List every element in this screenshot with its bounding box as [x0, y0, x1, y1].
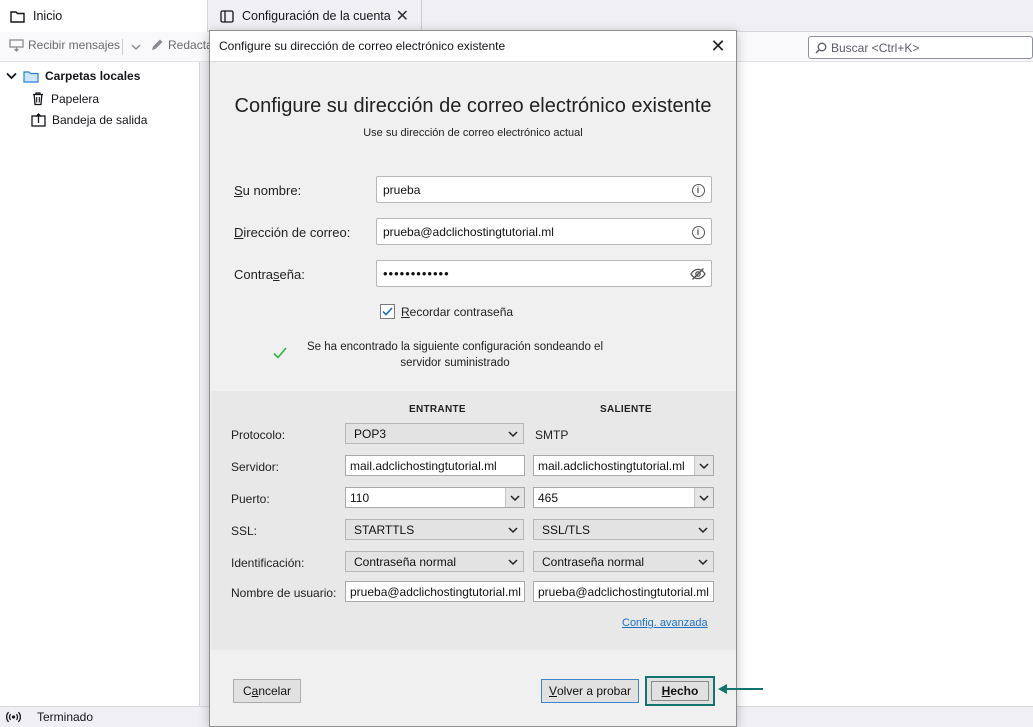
outgoing-auth-select[interactable]: Contraseña normal — [533, 551, 714, 572]
folder-item-trash[interactable]: Papelera — [31, 91, 99, 106]
incoming-username-input[interactable]: prueba@adclichostingtutorial.ml — [345, 581, 525, 602]
pencil-icon — [152, 39, 163, 50]
folder-icon — [23, 70, 39, 83]
folder-local-root[interactable]: Carpetas locales — [6, 69, 140, 83]
auth-label: Identificación: — [231, 556, 305, 570]
checkmark-icon — [382, 307, 393, 316]
chevron-down-icon — [698, 559, 708, 566]
remember-password-label[interactable]: Recordar contraseña — [401, 305, 513, 319]
done-button[interactable]: Hecho — [645, 676, 715, 706]
online-status-icon[interactable] — [6, 711, 21, 723]
receive-menu-chevron-icon[interactable] — [122, 39, 141, 55]
password-field-label: Contraseña: — [234, 267, 305, 282]
incoming-ssl-select[interactable]: STARTTLS — [345, 519, 524, 540]
main-content-area — [736, 62, 1033, 706]
tab-home[interactable]: Inicio — [0, 0, 208, 32]
password-field[interactable]: •••••••••••• — [376, 260, 712, 287]
incoming-server-input[interactable]: mail.adclichostingtutorial.ml — [345, 455, 525, 476]
success-check-icon — [273, 344, 287, 364]
folder-item-outbox[interactable]: Bandeja de salida — [31, 113, 147, 127]
chevron-down-icon — [508, 527, 518, 534]
chevron-down-icon — [508, 431, 518, 438]
outgoing-server-combo[interactable]: mail.adclichostingtutorial.ml — [533, 455, 714, 476]
search-input[interactable]: Buscar <Ctrl+K> — [808, 36, 1033, 59]
tab-bar: Inicio Configuración de la cuenta ✕ — [0, 0, 1033, 32]
outgoing-port-combo[interactable]: 465 — [533, 487, 714, 508]
page-title: Configure su dirección de correo electró… — [234, 95, 712, 117]
folder-pane: Carpetas locales Papelera Bandeja de sal… — [0, 62, 200, 706]
incoming-auth-select[interactable]: Contraseña normal — [345, 551, 524, 572]
tab-account-label: Configuración de la cuenta — [242, 9, 391, 23]
outgoing-column-header: SALIENTE — [600, 404, 652, 415]
close-icon[interactable]: ✕ — [708, 36, 728, 56]
cancel-button[interactable]: Ca ncelar — [233, 679, 301, 703]
outgoing-username-input[interactable]: prueba@adclichostingtutorial.ml — [533, 581, 714, 602]
dialog-titlebar: Configure su dirección de correo electró… — [210, 31, 736, 62]
outgoing-ssl-select[interactable]: SSL/TLS — [533, 519, 714, 540]
compose-button[interactable]: Redacta — [150, 38, 213, 52]
chevron-down-icon[interactable] — [694, 456, 713, 475]
chevron-down-icon[interactable] — [505, 488, 524, 507]
ssl-label: SSL: — [231, 524, 258, 538]
retest-button[interactable]: Volver a probar — [541, 679, 639, 703]
password-value: •••••••••••• — [383, 266, 450, 281]
status-text: Terminado — [37, 710, 94, 724]
download-mail-icon — [9, 39, 24, 52]
page-subtitle: Use su dirección de correo electrónico a… — [363, 127, 583, 139]
compose-label: Redacta — [168, 38, 213, 52]
outbox-icon — [31, 113, 46, 127]
folder-item-label: Papelera — [51, 91, 100, 106]
chevron-down-icon[interactable] — [694, 488, 713, 507]
username-label: Nombre de usuario: — [231, 586, 337, 600]
trash-icon — [33, 92, 43, 106]
server-label: Servidor: — [231, 460, 280, 474]
account-settings-icon — [220, 9, 234, 23]
email-field-label: Dirección de correo: — [234, 225, 351, 240]
folder-root-label: Carpetas locales — [45, 69, 141, 83]
receive-messages-button[interactable]: Recibir mensajes — [9, 38, 120, 52]
protocol-label: Protocolo: — [231, 428, 286, 442]
arrow-left-icon — [718, 684, 763, 694]
remember-password-checkbox[interactable] — [380, 304, 395, 319]
incoming-port-combo[interactable]: 110 — [345, 487, 525, 508]
chevron-down-icon[interactable] — [6, 72, 17, 80]
config-found-message: Se ha encontrado la siguiente configurac… — [306, 341, 604, 369]
chevron-down-icon — [508, 559, 518, 566]
name-field-label: Su nombre: — [234, 183, 302, 198]
advanced-config-link[interactable]: Config. avanzada — [622, 617, 708, 629]
email-field[interactable] — [376, 218, 712, 245]
incoming-column-header: ENTRANTE — [409, 404, 466, 415]
chevron-down-icon — [698, 527, 708, 534]
search-icon — [815, 42, 827, 53]
folder-item-label: Bandeja de salida — [52, 113, 148, 127]
port-label: Puerto: — [231, 492, 270, 506]
dialog-title: Configure su dirección de correo electró… — [219, 39, 506, 53]
tab-close-icon[interactable]: ✕ — [396, 6, 409, 26]
tab-home-label: Inicio — [33, 9, 63, 23]
receive-messages-label: Recibir mensajes — [28, 38, 121, 52]
incoming-protocol-select[interactable]: POP3 — [345, 423, 524, 444]
search-placeholder: Buscar <Ctrl+K> — [831, 40, 920, 55]
name-field[interactable] — [376, 176, 712, 203]
outgoing-protocol-value: SMTP — [535, 428, 569, 442]
eye-slash-icon[interactable] — [690, 266, 706, 282]
folder-icon — [10, 10, 25, 23]
info-icon[interactable]: i — [690, 224, 706, 240]
account-setup-dialog: Configure su dirección de correo electró… — [209, 30, 737, 727]
tab-account-settings[interactable]: Configuración de la cuenta ✕ — [210, 0, 422, 32]
info-icon[interactable]: i — [690, 182, 706, 198]
